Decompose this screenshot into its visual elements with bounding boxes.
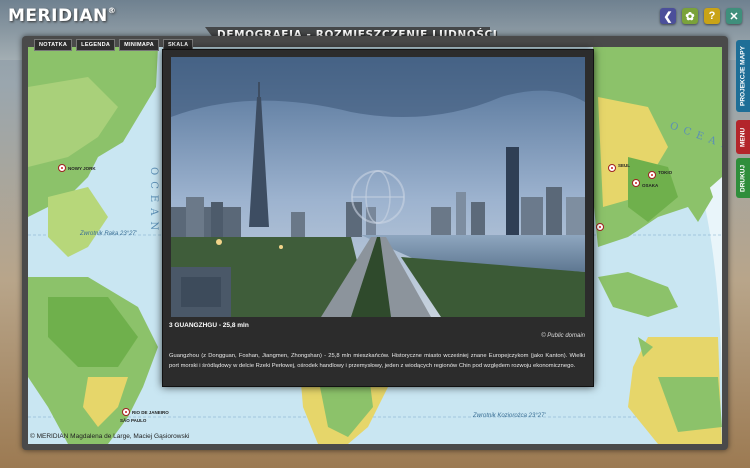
city-marker-rio[interactable] — [122, 408, 130, 416]
meridian-logo: MERIDIAN® — [8, 6, 117, 26]
tropic-cancer-label: Zwrotnik Raka 23°27' — [80, 231, 137, 237]
ocean-label-left: OCEAN — [148, 167, 159, 237]
city-label-new-york: NOWY JORK — [68, 166, 96, 171]
tab-notatka[interactable]: NOTATKA — [34, 39, 73, 51]
city-marker-asia[interactable] — [596, 223, 604, 231]
city-label-seoul: SEUL — [618, 163, 631, 168]
city-caption: 3 GUANGZHGU - 25,8 mln — [169, 322, 249, 329]
city-marker-osaka[interactable] — [632, 179, 640, 187]
gear-icon[interactable]: ✿ — [682, 8, 698, 24]
city-description: Guangzhou (z Dongguan, Foshan, Jiangmen,… — [169, 353, 585, 369]
close-icon[interactable]: ✕ — [726, 8, 742, 24]
copyright-text: © MERIDIAN Magdalena de Large, Maciej Gą… — [30, 433, 190, 440]
tab-legenda[interactable]: LEGENDA — [76, 39, 116, 51]
back-icon[interactable]: ❮ — [660, 8, 676, 24]
city-info-popup: 3 GUANGZHGU - 25,8 mln © Public domain G… — [162, 49, 594, 387]
side-button-projections[interactable]: PROJEKCJE MAPY — [736, 40, 750, 112]
city-label-sao-paulo: SÃO PAULO — [120, 418, 147, 423]
tab-minimapa[interactable]: MINIMAPA — [119, 39, 159, 51]
photo-credit: © Public domain — [541, 333, 585, 339]
city-marker-new-york[interactable] — [58, 164, 66, 172]
city-label-osaka: OSAKA — [642, 183, 659, 188]
city-label-tokyo: TOKIO — [658, 170, 673, 175]
tropic-capricorn-label: Zwrotnik Koziorożca 23°27' — [473, 413, 546, 419]
city-marker-tokyo[interactable] — [648, 171, 656, 179]
city-label-rio: RIO DE JANEIRO — [132, 410, 169, 415]
side-button-menu[interactable]: MENU — [736, 120, 750, 154]
side-button-print[interactable]: DRUKUJ — [736, 158, 750, 198]
city-marker-seoul[interactable] — [608, 164, 616, 172]
top-toolbar: ❮ ✿ ? ✕ — [660, 8, 742, 24]
guangzhou-skyline-image — [171, 57, 585, 317]
help-icon[interactable]: ? — [704, 8, 720, 24]
city-photo — [171, 57, 585, 317]
